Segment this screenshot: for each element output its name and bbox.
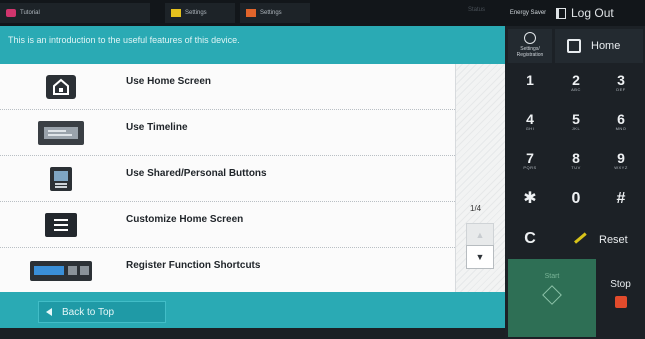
home-screen-icon bbox=[30, 71, 92, 103]
timeline-icon bbox=[30, 117, 92, 149]
key-digit: 2 bbox=[572, 72, 580, 88]
logout-icon bbox=[556, 7, 566, 19]
settings-tab-icon bbox=[171, 9, 181, 17]
tab-settings-2-label: Settings bbox=[260, 10, 282, 16]
key-letters: PQRS bbox=[523, 165, 537, 170]
key-letters: TUV bbox=[571, 165, 581, 170]
customize-icon bbox=[30, 209, 92, 241]
list-item-label: Use Home Screen bbox=[126, 76, 212, 87]
energy-saver-button[interactable]: Energy Saver bbox=[505, 4, 551, 22]
shared-buttons-icon bbox=[30, 163, 92, 195]
stop-button[interactable]: Stop bbox=[598, 259, 643, 337]
tab-settings-1-label: Settings bbox=[185, 10, 207, 16]
settings-tab-icon bbox=[246, 9, 256, 17]
key-letters: JKL bbox=[571, 126, 581, 131]
key-0[interactable]: 0 bbox=[554, 183, 598, 217]
reset-icon bbox=[574, 232, 590, 248]
key-digit: 9 bbox=[617, 150, 625, 166]
footer-bar: Back to Top bbox=[0, 292, 505, 328]
list-item[interactable]: Use Timeline bbox=[0, 110, 455, 156]
key-letters: WXYZ bbox=[614, 165, 628, 170]
list-item[interactable]: Use Home Screen bbox=[0, 64, 455, 110]
scroll-down-button[interactable]: ▼ bbox=[466, 245, 494, 269]
back-arrow-icon bbox=[46, 308, 52, 316]
key-letters: MNO bbox=[615, 126, 627, 131]
list-item-label: Register Function Shortcuts bbox=[126, 260, 261, 271]
key-letters: ABC bbox=[571, 87, 581, 92]
start-button[interactable]: Start bbox=[508, 259, 596, 337]
scroll-up-button[interactable]: ▲ bbox=[466, 223, 494, 247]
intro-banner: This is an introduction to the useful fe… bbox=[0, 26, 505, 64]
key-2[interactable]: 2 ABC bbox=[554, 66, 598, 100]
list-item[interactable]: Register Function Shortcuts bbox=[0, 248, 455, 294]
key-clear[interactable]: C bbox=[508, 223, 552, 257]
settings-label-line2: Registration bbox=[516, 52, 544, 58]
list-item[interactable]: Customize Home Screen bbox=[0, 202, 455, 248]
list-item-label: Use Shared/Personal Buttons bbox=[126, 168, 267, 179]
triangle-down-icon: ▼ bbox=[475, 252, 485, 262]
list-item-label: Customize Home Screen bbox=[126, 214, 244, 225]
home-label: Home bbox=[591, 40, 621, 52]
key-digit: 3 bbox=[617, 72, 625, 88]
keypad-panel: Settings/ Registration Home 1 2 ABC 3 DEF … bbox=[505, 26, 645, 339]
logout-button[interactable]: Log Out bbox=[556, 3, 614, 23]
main-panel: This is an introduction to the useful fe… bbox=[0, 26, 505, 339]
key-6[interactable]: 6 MNO bbox=[599, 105, 643, 139]
key-digit: # bbox=[616, 190, 626, 207]
key-3[interactable]: 3 DEF bbox=[599, 66, 643, 100]
key-digit: 0 bbox=[571, 190, 581, 207]
back-to-top-label: Back to Top bbox=[62, 306, 115, 318]
start-label: Start bbox=[544, 273, 560, 280]
tab-tutorial-label: Tutorial bbox=[20, 10, 40, 16]
key-5[interactable]: 5 JKL bbox=[554, 105, 598, 139]
tab-settings-1[interactable]: Settings bbox=[165, 3, 235, 23]
stop-label: Stop bbox=[610, 279, 631, 290]
start-diamond-icon bbox=[542, 285, 562, 305]
shortcuts-icon bbox=[30, 255, 92, 287]
key-4[interactable]: 4 GHI bbox=[508, 105, 552, 139]
key-7[interactable]: 7 PQRS bbox=[508, 144, 552, 178]
reset-button[interactable]: Reset bbox=[555, 223, 643, 257]
home-button[interactable]: Home bbox=[555, 29, 643, 63]
list-item-label: Use Timeline bbox=[126, 122, 188, 133]
settings-gear-icon bbox=[524, 32, 536, 44]
stop-icon bbox=[614, 296, 627, 308]
key-9[interactable]: 9 WXYZ bbox=[599, 144, 643, 178]
tab-tutorial[interactable]: Tutorial bbox=[0, 3, 150, 23]
status-button[interactable]: Status bbox=[468, 7, 485, 13]
reset-label: Reset bbox=[599, 234, 628, 246]
key-digit: 5 bbox=[572, 111, 580, 127]
logout-label: Log Out bbox=[571, 6, 614, 20]
key-digit: 1 bbox=[526, 72, 534, 88]
settings-registration-button[interactable]: Settings/ Registration bbox=[508, 29, 552, 63]
key-letters: DEF bbox=[616, 87, 626, 92]
tutorial-icon bbox=[6, 9, 16, 17]
key-digit: 4 bbox=[526, 111, 534, 127]
top-bar: Tutorial Settings Settings Status Energy… bbox=[0, 0, 645, 26]
key-digit: 6 bbox=[617, 111, 625, 127]
key-digit: ✱ bbox=[523, 190, 537, 207]
key-digit: C bbox=[524, 230, 536, 247]
back-to-top-button[interactable]: Back to Top bbox=[38, 301, 166, 323]
key-digit: 7 bbox=[526, 150, 534, 166]
key-asterisk[interactable]: ✱ bbox=[508, 183, 552, 217]
key-letters: GHI bbox=[525, 126, 535, 131]
key-8[interactable]: 8 TUV bbox=[554, 144, 598, 178]
home-icon bbox=[567, 39, 581, 53]
key-1[interactable]: 1 bbox=[508, 66, 552, 100]
key-hash[interactable]: # bbox=[599, 183, 643, 217]
key-digit: 8 bbox=[572, 150, 580, 166]
list-item[interactable]: Use Shared/Personal Buttons bbox=[0, 156, 455, 202]
page-indicator: 1/4 bbox=[470, 204, 482, 213]
tab-settings-2[interactable]: Settings bbox=[240, 3, 310, 23]
triangle-up-icon: ▲ bbox=[475, 230, 485, 240]
bottom-strip bbox=[0, 328, 505, 339]
tutorial-list: Use Home Screen Use Timeline Use Shared/… bbox=[0, 64, 455, 294]
